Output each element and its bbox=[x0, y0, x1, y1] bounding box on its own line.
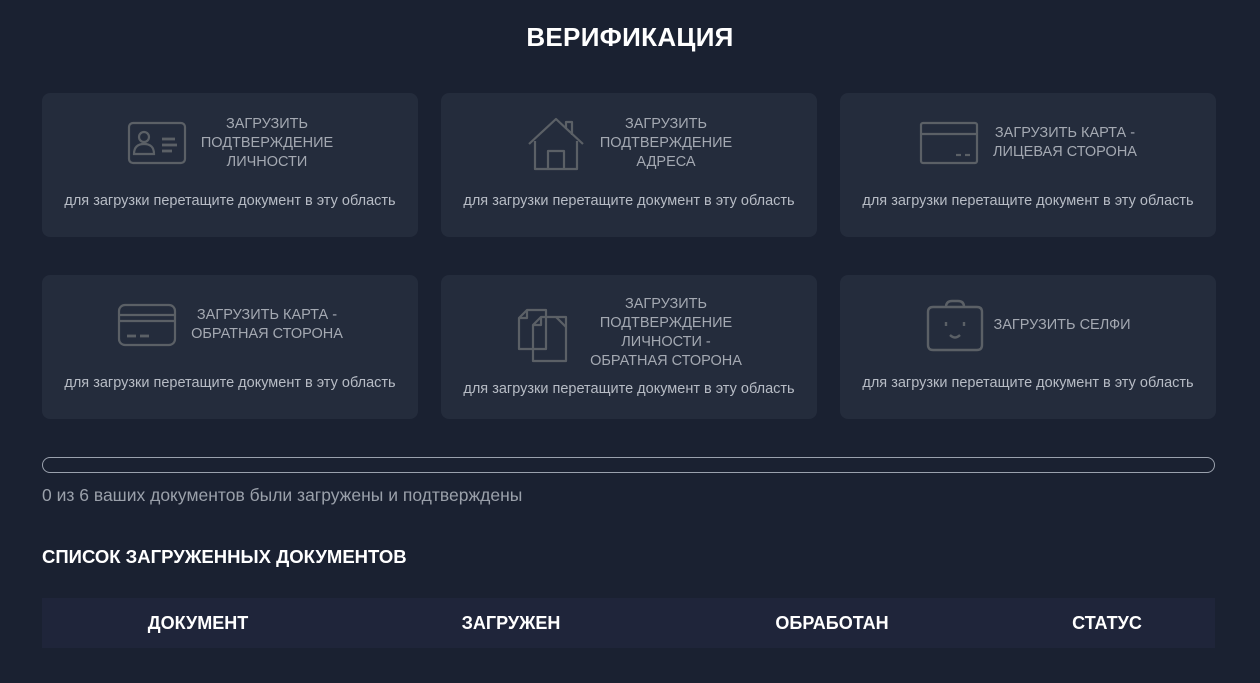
upload-card-address[interactable]: ЗАГРУЗИТЬ ПОДТВЕРЖДЕНИЕ АДРЕСА для загру… bbox=[441, 93, 817, 237]
card-front-icon bbox=[919, 113, 979, 173]
card-drop-hint: для загрузки перетащите документ в эту о… bbox=[463, 381, 795, 397]
page-title: ВЕРИФИКАЦИЯ bbox=[526, 22, 734, 52]
upload-progress-bar bbox=[42, 457, 1215, 473]
card-back-icon bbox=[117, 295, 177, 355]
verification-page: ВЕРИФИКАЦИЯ ЗАГРУЗИТЬ ПОДТВЕРЖДЕНИЕ ЛИЧН… bbox=[0, 0, 1260, 683]
card-drop-hint: для загрузки перетащите документ в эту о… bbox=[463, 193, 795, 209]
upload-progress-text: 0 из 6 ваших документов были загружены и… bbox=[42, 485, 523, 505]
card-drop-hint: для загрузки перетащите документ в эту о… bbox=[862, 375, 1194, 391]
card-title: ЗАГРУЗИТЬ ПОДТВЕРЖДЕНИЕ ЛИЧНОСТИ - ОБРАТ… bbox=[590, 296, 742, 369]
card-title: ЗАГРУЗИТЬ КАРТА - ЛИЦЕВАЯ СТОРОНА bbox=[993, 125, 1137, 160]
card-drop-hint: для загрузки перетащите документ в эту о… bbox=[64, 193, 396, 209]
card-drop-hint: для загрузки перетащите документ в эту о… bbox=[64, 375, 396, 391]
upload-card-identity-back[interactable]: ЗАГРУЗИТЬ ПОДТВЕРЖДЕНИЕ ЛИЧНОСТИ - ОБРАТ… bbox=[441, 275, 817, 419]
column-header-status: СТАТУС bbox=[1072, 613, 1142, 633]
selfie-camera-icon bbox=[925, 295, 985, 355]
upload-card-card-back[interactable]: ЗАГРУЗИТЬ КАРТА - ОБРАТНАЯ СТОРОНА для з… bbox=[42, 275, 418, 419]
card-title: ЗАГРУЗИТЬ КАРТА - ОБРАТНАЯ СТОРОНА bbox=[191, 307, 343, 342]
document-pages-icon bbox=[516, 303, 576, 363]
card-title: ЗАГРУЗИТЬ ПОДТВЕРЖДЕНИЕ АДРЕСА bbox=[599, 115, 733, 170]
id-card-icon bbox=[127, 113, 187, 173]
card-title: ЗАГРУЗИТЬ ПОДТВЕРЖДЕНИЕ ЛИЧНОСТИ bbox=[200, 115, 334, 170]
column-header-uploaded: ЗАГРУЖЕН bbox=[461, 613, 561, 633]
upload-card-selfie[interactable]: ЗАГРУЗИТЬ СЕЛФИ для загрузки перетащите … bbox=[840, 275, 1216, 419]
column-header-document: ДОКУМЕНТ bbox=[147, 613, 249, 633]
card-title: ЗАГРУЗИТЬ СЕЛФИ bbox=[993, 316, 1131, 333]
documents-table-header: ДОКУМЕНТ ЗАГРУЖЕН ОБРАБОТАН СТАТУС bbox=[42, 598, 1215, 648]
upload-card-identity[interactable]: ЗАГРУЗИТЬ ПОДТВЕРЖДЕНИЕ ЛИЧНОСТИ для заг… bbox=[42, 93, 418, 237]
card-drop-hint: для загрузки перетащите документ в эту о… bbox=[862, 193, 1194, 209]
house-icon bbox=[526, 113, 586, 173]
upload-card-card-front[interactable]: ЗАГРУЗИТЬ КАРТА - ЛИЦЕВАЯ СТОРОНА для за… bbox=[840, 93, 1216, 237]
uploaded-documents-title: СПИСОК ЗАГРУЖЕННЫХ ДОКУМЕНТОВ bbox=[42, 546, 407, 567]
column-header-processed: ОБРАБОТАН bbox=[775, 613, 889, 633]
